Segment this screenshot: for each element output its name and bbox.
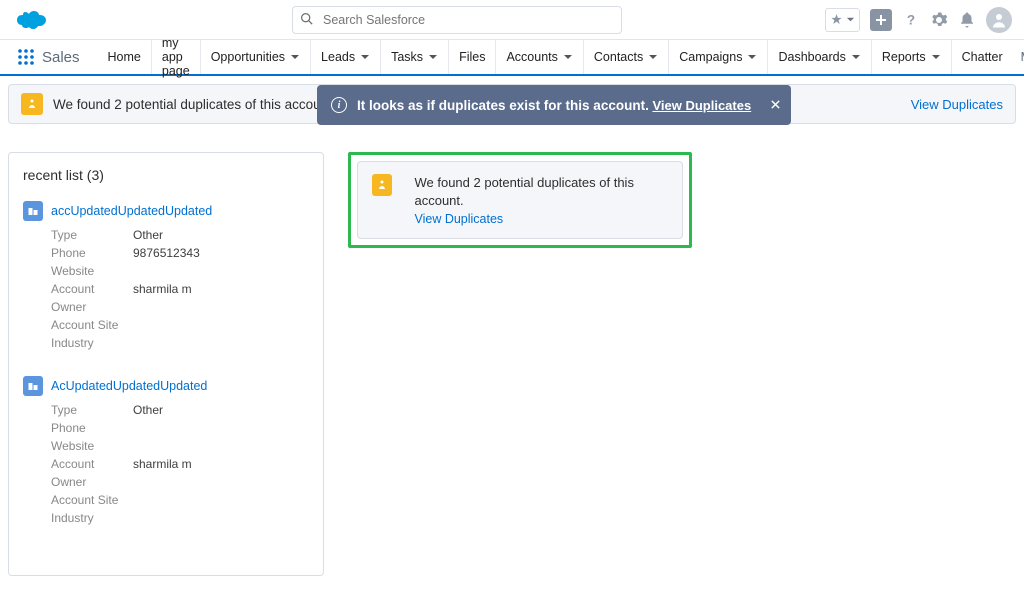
nav-reports[interactable]: Reports <box>871 40 951 74</box>
toast: i It looks as if duplicates exist for th… <box>317 85 791 125</box>
field-label: Phone <box>51 419 133 437</box>
view-duplicates-link[interactable]: View Duplicates <box>414 212 668 226</box>
field-label: Phone <box>51 244 133 262</box>
nav-home[interactable]: Home <box>98 40 151 74</box>
chevron-down-icon <box>931 52 941 62</box>
avatar-button[interactable] <box>986 7 1012 33</box>
field-label: Account Owner <box>51 280 133 316</box>
nav-campaigns[interactable]: Campaigns <box>668 40 767 74</box>
account-icon <box>23 201 43 221</box>
field-value: Other <box>133 401 163 419</box>
nav-accounts[interactable]: Accounts <box>495 40 582 74</box>
nav-dashboards[interactable]: Dashboards <box>767 40 870 74</box>
field-label: Type <box>51 401 133 419</box>
nav-more[interactable]: More <box>1013 50 1024 64</box>
nav-contacts[interactable]: Contacts <box>583 40 668 74</box>
chevron-down-icon <box>747 52 757 62</box>
chevron-down-icon <box>563 52 573 62</box>
field-label: Website <box>51 437 133 455</box>
page-alert: We found 2 potential duplicates of this … <box>8 84 1016 124</box>
field-value: sharmila m <box>133 455 192 491</box>
help-icon[interactable]: ? <box>902 11 920 29</box>
search-icon <box>300 12 313 28</box>
nav-files[interactable]: Files <box>448 40 495 74</box>
chevron-down-icon <box>290 52 300 62</box>
account-icon <box>23 376 43 396</box>
field-label: Account Site <box>51 491 133 509</box>
bell-icon[interactable] <box>958 11 976 29</box>
toast-view-duplicates-link[interactable]: View Duplicates <box>652 98 751 113</box>
duplicate-card-text: We found 2 potential duplicates of this … <box>414 174 668 209</box>
field-label: Account Owner <box>51 455 133 491</box>
duplicate-card-highlight: We found 2 potential duplicates of this … <box>348 152 692 248</box>
search-input[interactable] <box>292 6 622 34</box>
duplicate-card: We found 2 potential duplicates of this … <box>357 161 683 239</box>
gear-icon[interactable] <box>930 11 948 29</box>
favorites-button[interactable] <box>825 8 860 32</box>
duplicate-icon <box>372 174 392 196</box>
svg-text:?: ? <box>907 12 915 27</box>
salesforce-logo-icon <box>16 6 52 33</box>
view-duplicates-link[interactable]: View Duplicates <box>911 97 1003 112</box>
global-header: ? <box>0 0 1024 40</box>
record-link[interactable]: accUpdatedUpdatedUpdated <box>51 204 212 218</box>
body: recent list (3) accUpdatedUpdatedUpdated… <box>0 124 1024 604</box>
list-item: AcUpdatedUpdatedUpdated TypeOther Phone … <box>23 376 309 527</box>
duplicate-icon <box>21 93 43 115</box>
recent-list-card: recent list (3) accUpdatedUpdatedUpdated… <box>8 152 324 576</box>
list-item: accUpdatedUpdatedUpdated TypeOther Phone… <box>23 201 309 352</box>
toast-text: It looks as if duplicates exist for this… <box>357 98 649 113</box>
field-label: Website <box>51 262 133 280</box>
nav-leads[interactable]: Leads <box>310 40 380 74</box>
recent-list-title: recent list (3) <box>23 167 309 183</box>
nav-chatter[interactable]: Chatter <box>951 40 1013 74</box>
record-link[interactable]: AcUpdatedUpdatedUpdated <box>51 379 207 393</box>
nav-tasks[interactable]: Tasks <box>380 40 448 74</box>
nav-bar: Sales Home my app page Opportunities Lea… <box>0 40 1024 76</box>
info-icon: i <box>331 97 347 113</box>
app-name: Sales <box>42 49 80 66</box>
add-button[interactable] <box>870 9 892 31</box>
chevron-down-icon <box>360 52 370 62</box>
search-container <box>292 6 622 34</box>
close-icon[interactable] <box>770 97 781 113</box>
nav-opportunities[interactable]: Opportunities <box>200 40 310 74</box>
chevron-down-icon <box>648 52 658 62</box>
field-label: Type <box>51 226 133 244</box>
nav-myapppage[interactable]: my app page <box>151 40 200 74</box>
main-area: We found 2 potential duplicates of this … <box>348 152 1016 248</box>
page-alert-text: We found 2 potential duplicates of this … <box>53 97 336 112</box>
header-actions: ? <box>825 7 1012 33</box>
field-label: Account Site <box>51 316 133 334</box>
field-label: Industry <box>51 334 133 352</box>
field-value: Other <box>133 226 163 244</box>
chevron-down-icon <box>428 52 438 62</box>
field-value: sharmila m <box>133 280 192 316</box>
nav-items: Home my app page Opportunities Leads Tas… <box>98 40 1013 74</box>
app-launcher-icon[interactable] <box>16 47 36 67</box>
chevron-down-icon <box>851 52 861 62</box>
field-label: Industry <box>51 509 133 527</box>
field-value: 9876512343 <box>133 244 200 262</box>
